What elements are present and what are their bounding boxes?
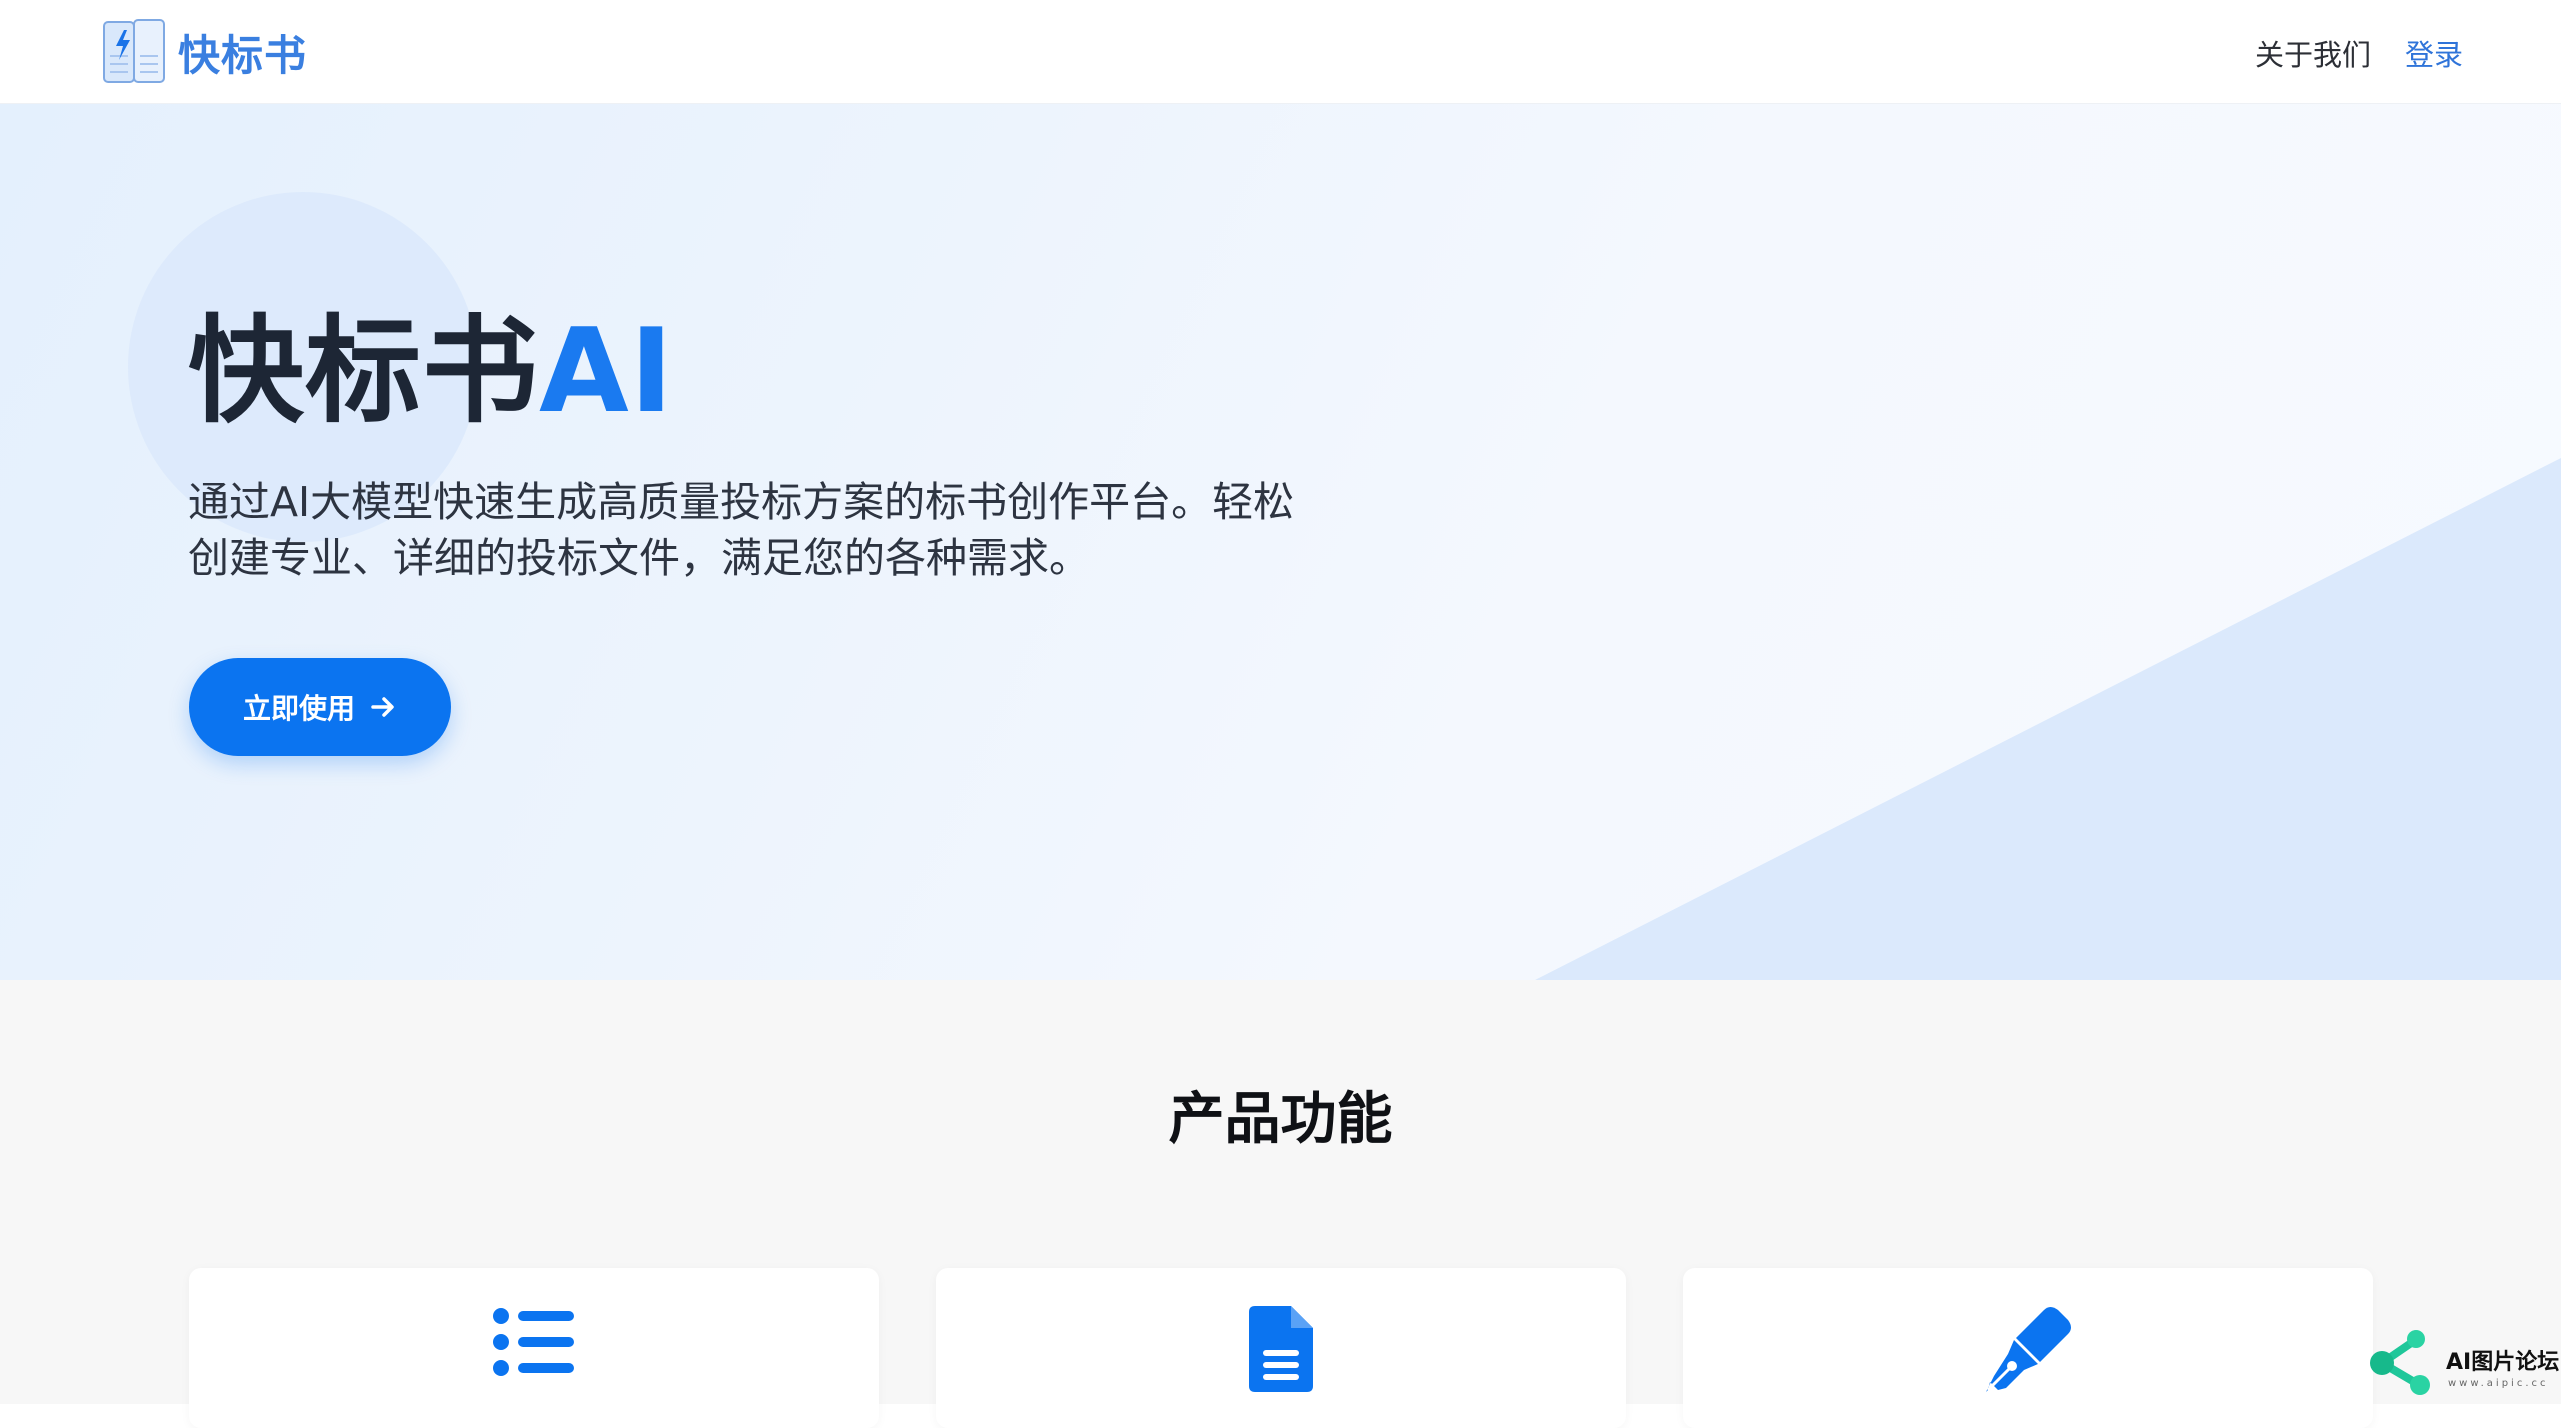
nav-login-link[interactable]: 登录 bbox=[2405, 32, 2463, 74]
site-watermark: AI图片论坛 www.aipic.cc bbox=[2362, 1322, 2561, 1404]
hero-title-accent: AI bbox=[539, 304, 674, 439]
hero-title: 快标书AI bbox=[188, 314, 674, 430]
brand-name: 快标书 bbox=[178, 30, 308, 80]
book-lightning-icon bbox=[103, 19, 165, 83]
watermark-text: AI图片论坛 bbox=[2446, 1350, 2560, 1375]
feature-card-writing[interactable] bbox=[1683, 1268, 2373, 1428]
features-title: 产品功能 bbox=[1168, 1087, 1393, 1152]
watermark-sub: www.aipic.cc bbox=[2448, 1378, 2549, 1389]
start-now-button[interactable]: 立即使用 bbox=[189, 658, 451, 756]
start-now-label: 立即使用 bbox=[242, 692, 355, 725]
nav-about-link[interactable]: 关于我们 bbox=[2255, 32, 2371, 74]
top-header: 快标书 关于我们 登录 bbox=[0, 0, 2561, 104]
feature-card-document[interactable] bbox=[936, 1268, 1626, 1428]
pen-icon bbox=[1986, 1307, 2071, 1392]
list-icon bbox=[493, 1308, 574, 1376]
arrow-right-icon bbox=[371, 697, 394, 717]
brand-logo-link[interactable]: 快标书 bbox=[98, 16, 307, 88]
top-nav: 关于我们 登录 bbox=[2255, 30, 2463, 76]
features-section: 产品功能 bbox=[0, 980, 2561, 1428]
hero-description: 通过AI大模型快速生成高质量投标方案的标书创作平台。轻松创建专业、详细的投标文件… bbox=[188, 478, 1295, 582]
hero-title-main: 快标书 bbox=[188, 304, 539, 439]
document-icon bbox=[1249, 1306, 1313, 1392]
network-logo-icon bbox=[2370, 1330, 2430, 1395]
hero-section: 快标书AI 通过AI大模型快速生成高质量投标方案的标书创作平台。轻松创建专业、详… bbox=[0, 104, 2561, 980]
feature-card-outline[interactable] bbox=[189, 1268, 879, 1428]
